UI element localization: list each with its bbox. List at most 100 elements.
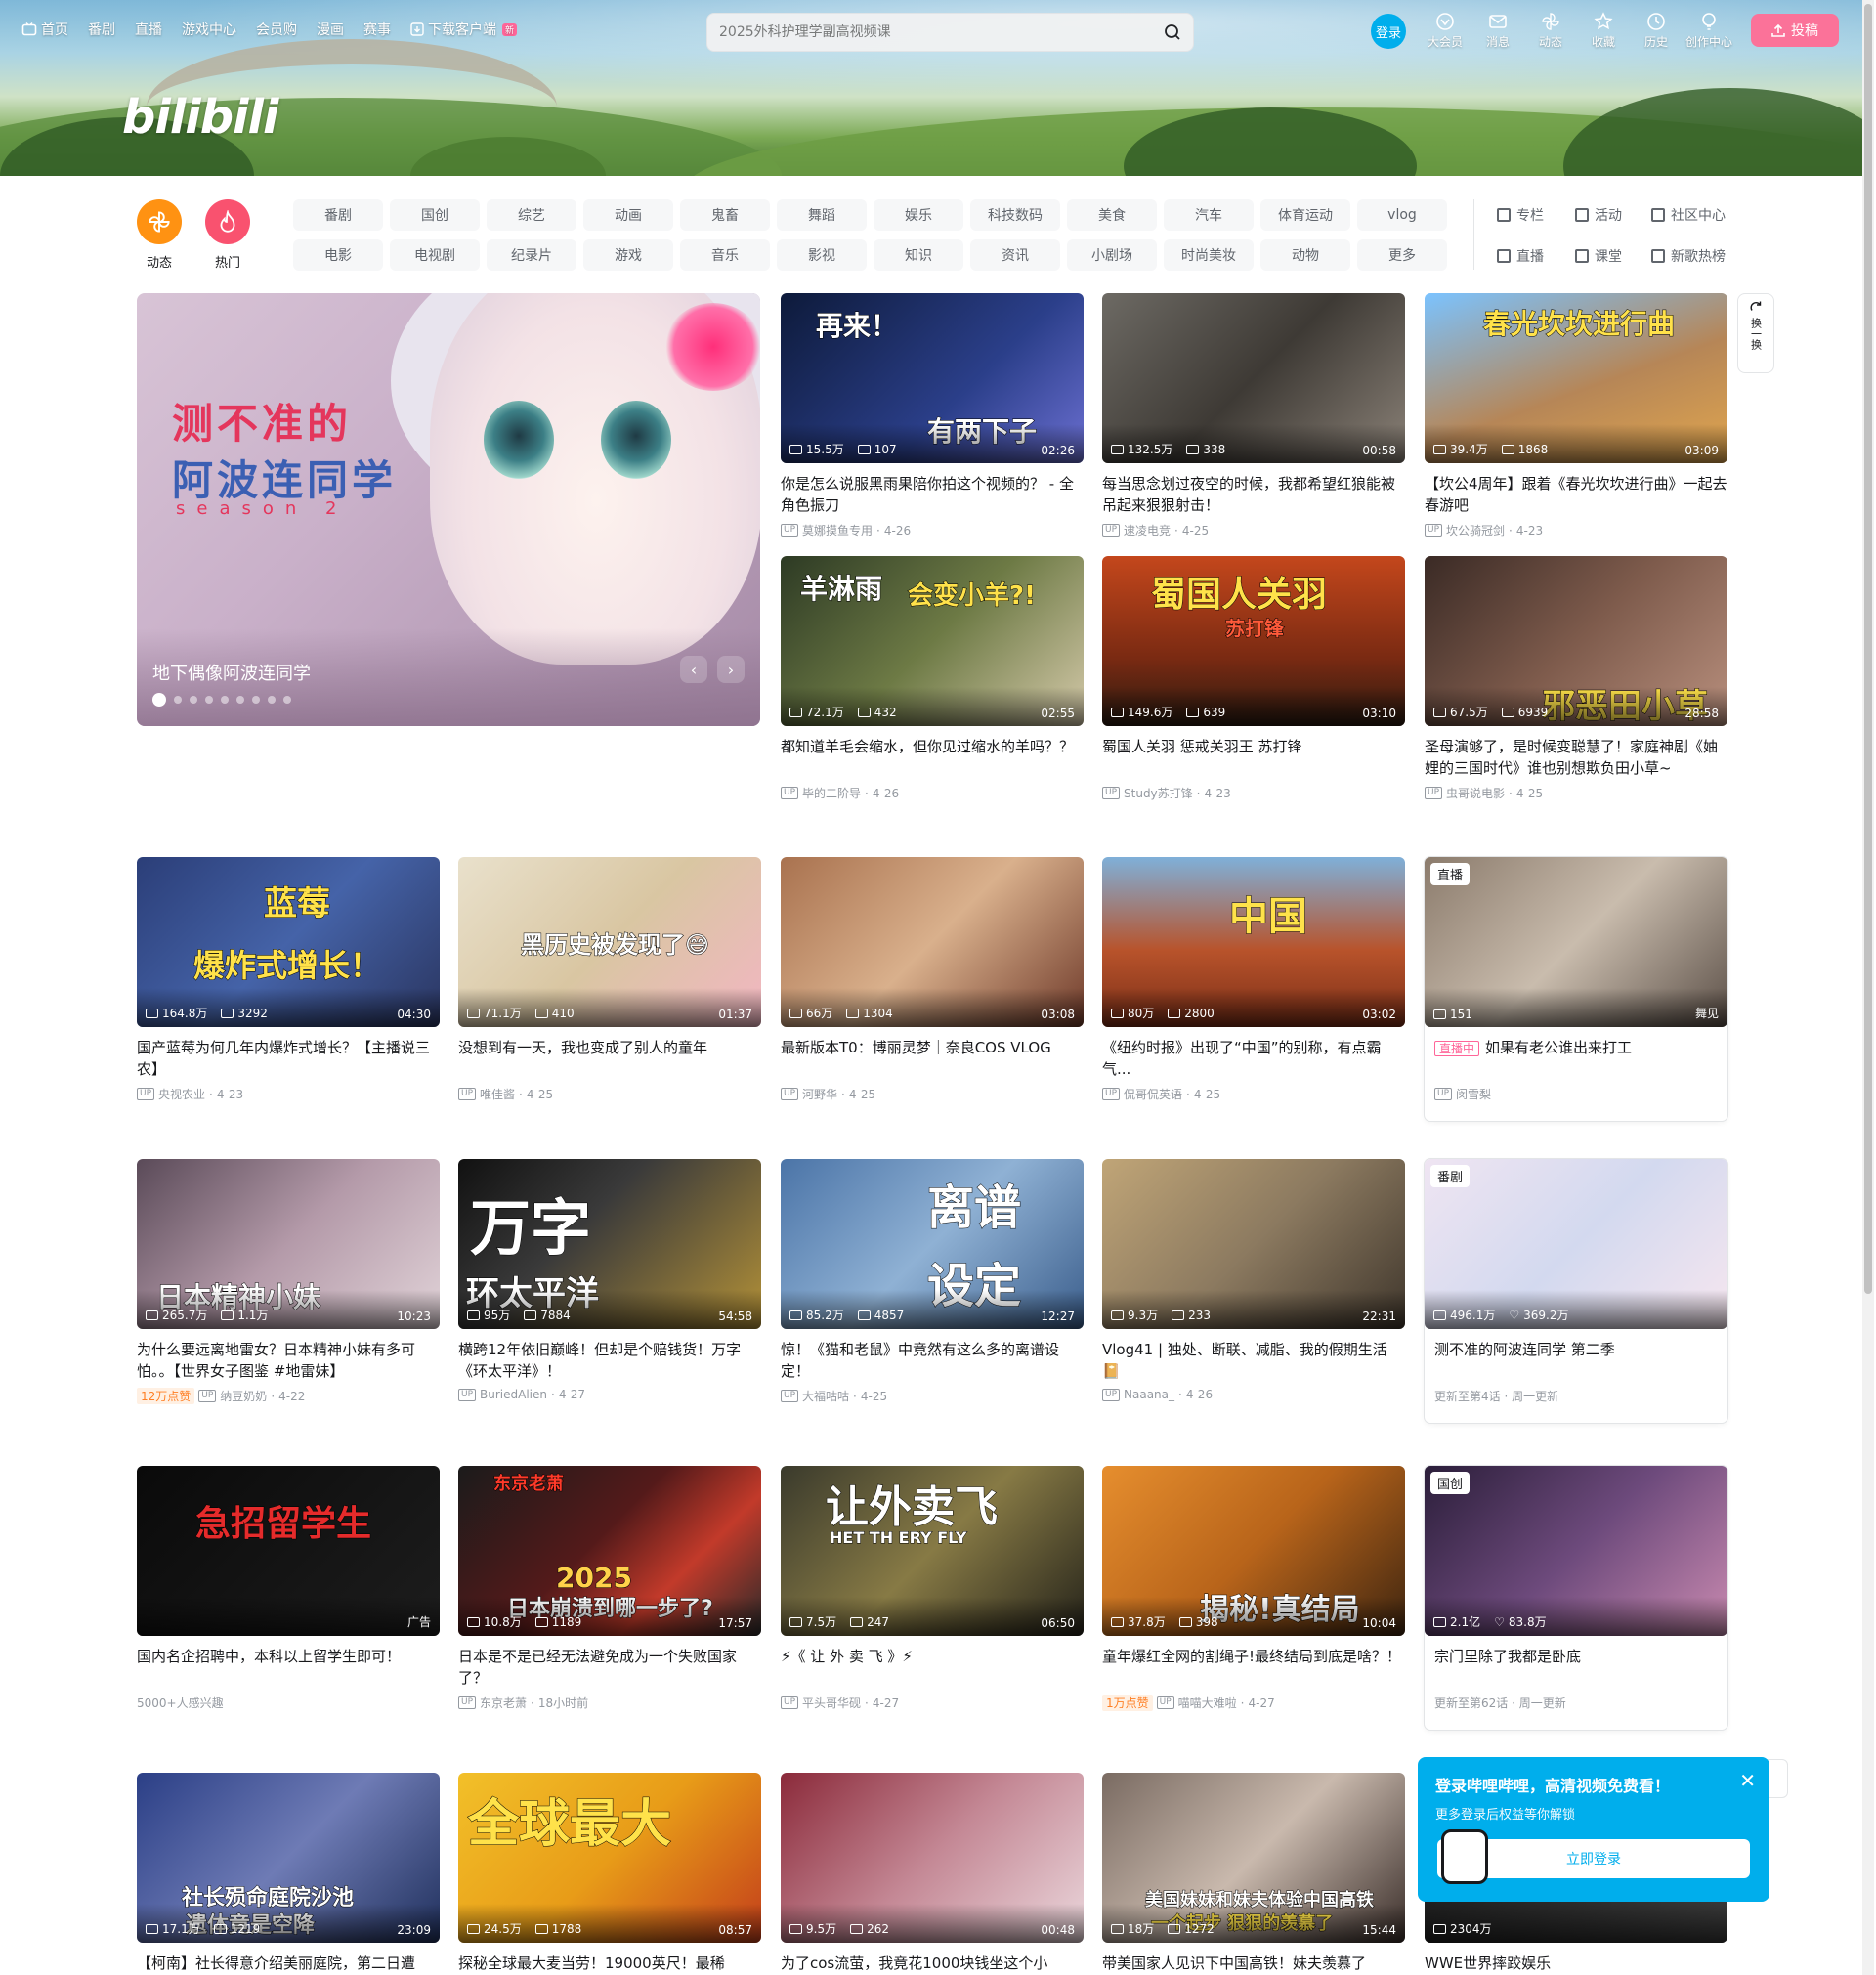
video-title[interactable]: 日本是不是已经无法避免成为一个失败国家了？ xyxy=(458,1646,761,1689)
video-thumbnail[interactable]: 66万 1304 03:08 xyxy=(781,857,1084,1027)
side-link-activity[interactable]: 活动 xyxy=(1575,205,1622,225)
video-thumbnail[interactable]: 中国 80万 2800 03:02 xyxy=(1102,857,1405,1027)
channel-row2-6[interactable]: 知识 xyxy=(874,239,963,271)
side-link-live[interactable]: 直播 xyxy=(1497,246,1544,266)
channel-row1-0[interactable]: 番剧 xyxy=(293,199,383,231)
video-thumbnail[interactable]: 国创 2.1亿 ♡ 83.8万 xyxy=(1425,1466,1727,1636)
side-link-column[interactable]: 专栏 xyxy=(1497,205,1544,225)
video-title[interactable]: 《纽约时报》出现了“中国”的别称，有点霸气... xyxy=(1102,1037,1405,1080)
video-title[interactable]: 直播中 如果有老公谁出来打工 xyxy=(1434,1037,1718,1080)
history-link[interactable]: 历史 xyxy=(1630,12,1683,50)
channel-row2-0[interactable]: 电影 xyxy=(293,239,383,271)
video-thumbnail[interactable]: 春光坎坎进行曲 39.4万 1868 03:09 xyxy=(1425,293,1727,463)
video-card[interactable]: 132.5万 338 00:58 每当思念划过夜空的时候，我都希望红狼能被吊起来狠狠射… xyxy=(1102,293,1405,538)
video-title[interactable]: 【柯南】社长得意介绍美丽庭院，第二日遭 xyxy=(137,1953,440,1975)
scrollbar-thumb[interactable] xyxy=(1864,4,1872,1294)
channel-row2-10[interactable]: 动物 xyxy=(1260,239,1350,271)
video-thumbnail[interactable]: 132.5万 338 00:58 xyxy=(1102,293,1405,463)
video-title[interactable]: 蜀国人关羽 惩戒关羽王 苏打锋 xyxy=(1102,736,1405,779)
video-thumbnail[interactable]: 美国妹妹和妹夫体验中国高铁一个起步 狠狠的羡慕了18万127215:44 xyxy=(1102,1773,1405,1943)
video-title[interactable]: 圣母演够了，是时候变聪慧了！家庭神剧《妯娌的三国时代》谁也别想欺负田小草~ xyxy=(1425,736,1727,779)
uploader-name[interactable]: 纳豆奶奶 xyxy=(220,1388,267,1404)
carousel-next-button[interactable]: › xyxy=(717,656,745,683)
channel-row1-4[interactable]: 鬼畜 xyxy=(680,199,770,231)
message-link[interactable]: 消息 xyxy=(1471,12,1524,50)
video-card[interactable]: 社长殒命庭院沙池遗体竟是空降17.1万121923:09 【柯南】社长得意介绍美丽… xyxy=(137,1773,440,1975)
video-thumbnail[interactable]: 揭秘!真结局37.8万39810:04 xyxy=(1102,1466,1405,1636)
video-title[interactable]: 你是怎么说服黑雨果陪你拍这个视频的？ - 全角色振刀 xyxy=(781,473,1084,516)
hero-carousel[interactable]: 测不准的 阿波连同学 season 2 地下偶像阿波连同学 ‹ › xyxy=(137,293,760,726)
video-title[interactable]: 都知道羊毛会缩水，但你见过缩水的羊吗？？ xyxy=(781,736,1084,779)
favorites-link[interactable]: 收藏 xyxy=(1577,12,1630,50)
video-card[interactable]: 全球最大 24.5万 1788 08:57 探秘全球最大麦当劳！19000英尺！最稀 xyxy=(458,1773,761,1975)
channel-row2-3[interactable]: 游戏 xyxy=(583,239,673,271)
video-card[interactable]: 再来！有两下子15.5万10702:26你是怎么说服黑雨果陪你拍这个视频的？ -… xyxy=(781,293,1084,538)
carousel-caption[interactable]: 地下偶像阿波连同学 xyxy=(152,660,311,685)
video-thumbnail[interactable]: 黑历史被发现了😅 71.1万 410 01:37 xyxy=(458,857,761,1027)
video-card[interactable]: 国创 2.1亿 ♡ 83.8万 宗门里除了我都是卧底 更新至第62话 · 周一更新 xyxy=(1425,1466,1727,1730)
search-icon[interactable] xyxy=(1164,23,1181,41)
upload-button[interactable]: 投稿 xyxy=(1751,14,1839,47)
video-title[interactable]: 国内名企招聘中，本科以上留学生即可！ xyxy=(137,1646,440,1689)
video-thumbnail[interactable]: 蜀国人关羽 苏打锋 149.6万 639 03:10 xyxy=(1102,556,1405,726)
side-link-classroom[interactable]: 课堂 xyxy=(1575,246,1622,266)
channel-row1-5[interactable]: 舞蹈 xyxy=(777,199,867,231)
uploader-name[interactable]: 侃哥侃英语 xyxy=(1124,1086,1182,1102)
channel-row2-2[interactable]: 纪录片 xyxy=(487,239,576,271)
video-title[interactable]: 惊！《猫和老鼠》中竟然有这么多的离谱设定！ xyxy=(781,1339,1084,1382)
video-thumbnail[interactable]: 羊淋雨 会变小羊?! 72.1万 432 02:55 xyxy=(781,556,1084,726)
big-member-link[interactable]: 大会员 xyxy=(1419,12,1471,50)
channel-row2-9[interactable]: 时尚美妆 xyxy=(1164,239,1254,271)
uploader-name[interactable]: Naaana_ xyxy=(1124,1388,1174,1401)
carousel-prev-button[interactable]: ‹ xyxy=(680,656,707,683)
side-link-new-songs[interactable]: 新歌热榜 xyxy=(1651,246,1726,266)
video-title[interactable]: 宗门里除了我都是卧底 xyxy=(1434,1646,1718,1689)
creator-center-link[interactable]: 创作中心 xyxy=(1683,12,1735,50)
uploader-name[interactable]: 闵雪梨 xyxy=(1456,1086,1491,1102)
uploader-name[interactable]: Study苏打锋 xyxy=(1124,785,1193,801)
popup-close-button[interactable]: ✕ xyxy=(1739,1769,1756,1792)
video-title[interactable]: 【坎公4周年】跟着《春光坎坎进行曲》一起去春游吧 xyxy=(1425,473,1727,516)
uploader-name[interactable]: 莫娜摸鱼专用 xyxy=(802,522,873,538)
uploader-name[interactable]: 逮凌电竞 xyxy=(1124,522,1171,538)
video-thumbnail[interactable]: 蓝莓 爆炸式增长！ 164.8万 3292 04:30 xyxy=(137,857,440,1027)
uploader-name[interactable]: 央视农业 xyxy=(158,1086,205,1102)
video-thumbnail[interactable]: 直播 151 舞见 xyxy=(1425,857,1727,1027)
video-thumbnail[interactable]: 9.5万 262 00:48 xyxy=(781,1773,1084,1943)
video-card[interactable]: 离谱 设定 85.2万 4857 12:27 惊！《猫和老鼠》中竟然有这么多的离谱设定！ U… xyxy=(781,1159,1084,1404)
uploader-name[interactable]: 河野华 xyxy=(802,1086,837,1102)
video-thumbnail[interactable]: 全球最大 24.5万 1788 08:57 xyxy=(458,1773,761,1943)
video-title[interactable]: 童年爆红全网的割绳子!最终结局到底是啥？！ xyxy=(1102,1646,1405,1689)
uploader-name[interactable]: 喵喵大难啦 xyxy=(1178,1695,1237,1711)
channel-row1-10[interactable]: 体育运动 xyxy=(1260,199,1350,231)
video-card[interactable]: 羊淋雨 会变小羊?! 72.1万 432 02:55 都知道羊毛会缩水，但你见过缩水的羊吗… xyxy=(781,556,1084,801)
carousel-dot[interactable] xyxy=(152,693,166,707)
nav-home[interactable]: 首页 xyxy=(21,20,68,39)
channel-row2-5[interactable]: 影视 xyxy=(777,239,867,271)
uploader-name[interactable]: 唯佳酱 xyxy=(480,1086,515,1102)
video-title[interactable]: 测不准的阿波连同学 第二季 xyxy=(1434,1339,1718,1382)
scrollbar[interactable] xyxy=(1862,0,1874,1975)
carousel-dot[interactable] xyxy=(205,696,213,704)
video-card[interactable]: 揭秘!真结局37.8万39810:04 童年爆红全网的割绳子!最终结局到底是啥？！… xyxy=(1102,1466,1405,1711)
video-card[interactable]: 蓝莓 爆炸式增长！ 164.8万 3292 04:30 国产蓝莓为何几年内爆炸式增长？【主… xyxy=(137,857,440,1102)
video-card[interactable]: 让外卖飞 HET TH ERY FLY 7.5万 247 06:50 ⚡《 让 外 卖 飞… xyxy=(781,1466,1084,1711)
video-card[interactable]: 春光坎坎进行曲 39.4万 1868 03:09 【坎公4周年】跟着《春光坎坎进行曲》一… xyxy=(1425,293,1727,538)
channel-row1-8[interactable]: 美食 xyxy=(1067,199,1157,231)
video-title[interactable]: 为了cos流萤，我竟花1000块钱坐这个小 xyxy=(781,1953,1084,1975)
side-link-community[interactable]: 社区中心 xyxy=(1651,205,1726,225)
carousel-dot[interactable] xyxy=(236,696,244,704)
video-card[interactable]: 蜀国人关羽 苏打锋 149.6万 639 03:10 蜀国人关羽 惩戒关羽王 苏打锋 UP S… xyxy=(1102,556,1405,801)
video-thumbnail[interactable]: 社长殒命庭院沙池遗体竟是空降17.1万121923:09 xyxy=(137,1773,440,1943)
video-title[interactable]: 为什么要远离地雷女？日本精神小妹有多可怕。。【世界女子图鉴 #地雷妹】 xyxy=(137,1339,440,1382)
carousel-dot[interactable] xyxy=(221,696,229,704)
video-card[interactable]: 邪恶田小草67.5万693928:58圣母演够了，是时候变聪慧了！家庭神剧《妯娌… xyxy=(1425,556,1727,801)
dynamic-circle-button[interactable] xyxy=(137,199,182,244)
nav-live[interactable]: 直播 xyxy=(135,20,162,39)
search-input[interactable] xyxy=(719,24,1164,40)
channel-row1-6[interactable]: 娱乐 xyxy=(874,199,963,231)
uploader-name[interactable]: 毕的二阶导 xyxy=(802,785,861,801)
video-card[interactable]: 美国妹妹和妹夫体验中国高铁一个起步 狠狠的羡慕了18万127215:44带美国家… xyxy=(1102,1773,1405,1975)
video-card[interactable]: 急招留学生 广告 国内名企招聘中，本科以上留学生即可！ 5000+人感兴趣 xyxy=(137,1466,440,1711)
video-thumbnail[interactable]: 日本精神小妹265.7万1.1万10:23 xyxy=(137,1159,440,1329)
